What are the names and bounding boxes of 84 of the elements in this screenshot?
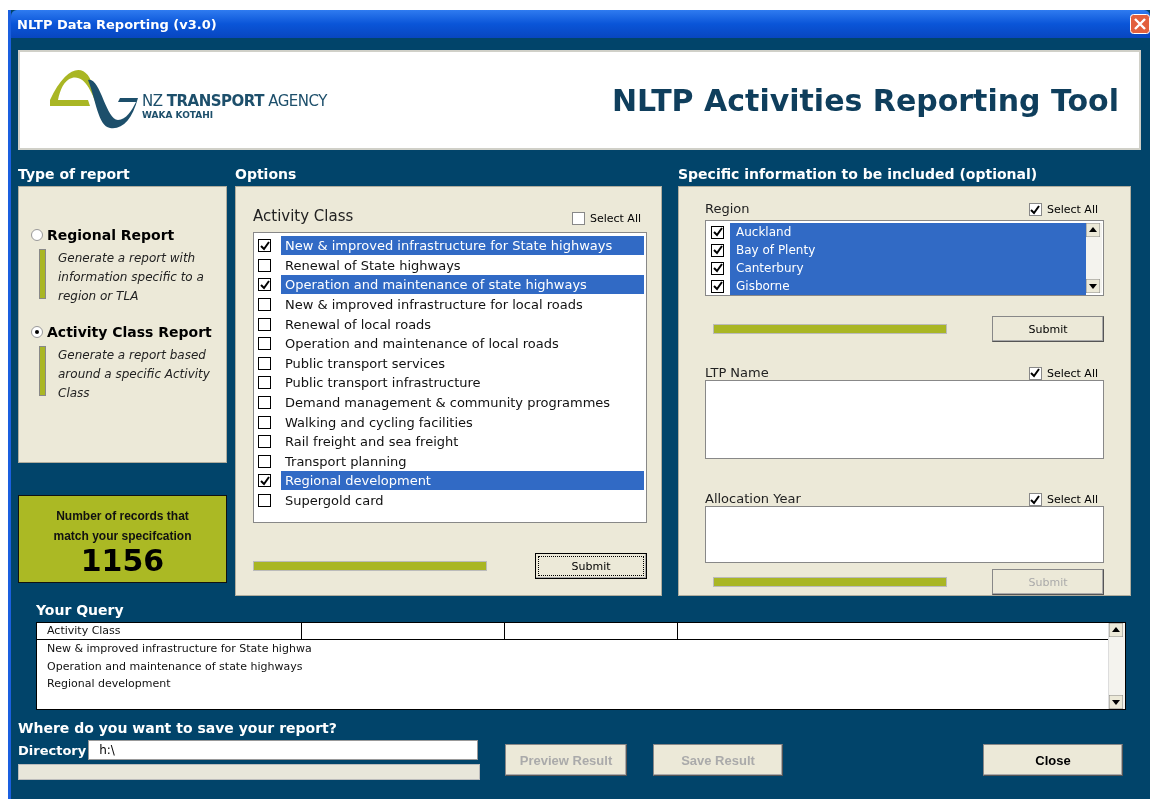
checkbox[interactable] — [258, 396, 271, 410]
action-button[interactable]: Close — [983, 744, 1123, 776]
list-item[interactable]: New & improved infrastructure for local roads — [281, 295, 644, 315]
radio-button[interactable] — [31, 326, 43, 338]
section-heading: Options — [235, 165, 298, 184]
list-item[interactable]: Renewal of State highways — [281, 255, 644, 275]
option-description: Generate a report based around a specific Activity Class — [58, 347, 211, 402]
checkbox[interactable] — [258, 474, 271, 488]
checkbox[interactable] — [258, 454, 271, 468]
select-all-label[interactable]: Select All — [1046, 203, 1098, 217]
logo-icon — [48, 70, 140, 130]
scroll-up-icon[interactable] — [1086, 223, 1100, 238]
record-count-value: 1156 — [80, 546, 165, 576]
agency-subtitle: WAKA KOTAHI — [142, 110, 215, 120]
directory-field[interactable]: h:\ — [88, 740, 479, 760]
section-heading: Type of report — [18, 165, 131, 184]
checkbox[interactable] — [258, 337, 271, 351]
list-title: Region — [705, 201, 750, 217]
list-title: LTP Name — [705, 364, 769, 380]
checkbox[interactable] — [258, 494, 271, 507]
section-heading: Your Query — [36, 601, 125, 620]
list-item[interactable]: Operation and maintenance of state highways — [281, 275, 644, 295]
list-item[interactable]: Transport planning — [281, 451, 644, 471]
checkbox[interactable] — [258, 415, 271, 429]
checkbox[interactable] — [711, 279, 724, 293]
list-item[interactable]: Rail freight and sea freight — [281, 432, 644, 452]
scroll-down-icon[interactable] — [1086, 279, 1100, 294]
select-all-label[interactable]: Select All — [589, 212, 641, 225]
accent-bar — [39, 346, 46, 396]
radio-label[interactable]: Activity Class Report — [47, 324, 212, 340]
list-item[interactable]: Canterbury — [730, 259, 1086, 278]
list-item[interactable]: Public transport services — [281, 353, 644, 373]
checkbox[interactable] — [258, 356, 271, 370]
submit-button[interactable]: Submit — [535, 553, 647, 579]
directory-label: Directory — [18, 742, 87, 758]
radio-label[interactable]: Regional Report — [47, 227, 175, 243]
checkbox[interactable] — [711, 225, 724, 239]
list-item[interactable]: New & improved infrastructure for State highways — [281, 236, 644, 256]
list-item[interactable]: Operation and maintenance of local roads — [281, 334, 644, 354]
checkbox[interactable] — [258, 298, 271, 312]
submit-button[interactable]: Submit — [992, 316, 1104, 343]
scrollbar[interactable] — [1086, 223, 1102, 294]
accent-bar — [39, 249, 46, 299]
checkbox[interactable] — [711, 261, 724, 275]
option-description: Generate a report with information specific to a region or TLA — [58, 250, 205, 305]
checkbox[interactable] — [258, 239, 271, 253]
scroll-up-icon[interactable] — [1109, 623, 1123, 637]
scroll-down-icon[interactable] — [1109, 695, 1123, 709]
checkbox[interactable] — [571, 212, 585, 225]
select-all-label[interactable]: Select All — [1046, 493, 1098, 507]
checkbox[interactable] — [258, 435, 271, 449]
select-all-label[interactable]: Select All — [1046, 366, 1098, 380]
column-header: Activity Class — [37, 623, 302, 639]
table-cell-text: Regional development — [46, 676, 172, 692]
checkbox[interactable] — [258, 258, 271, 272]
close-icon[interactable] — [1130, 14, 1150, 34]
checkbox[interactable] — [258, 376, 271, 390]
checkbox[interactable] — [711, 243, 724, 257]
list-item[interactable]: Supergold card — [281, 491, 644, 510]
list-item[interactable]: Auckland — [730, 223, 1086, 242]
list-item[interactable]: Bay of Plenty — [730, 241, 1086, 260]
checkbox[interactable] — [258, 317, 271, 331]
section-heading: Specific information to be included (optional) — [678, 165, 1039, 184]
list-item[interactable]: Walking and cycling facilities — [281, 412, 644, 432]
list-title: Activity Class — [253, 207, 354, 225]
table-cell-text: New & improved infrastructure for State highwa — [46, 641, 313, 657]
checkbox[interactable] — [1028, 493, 1042, 507]
scrollbar[interactable] — [1108, 623, 1125, 709]
section-heading: Where do you want to save your report? — [18, 719, 338, 738]
app-title: NLTP Activities Reporting Tool — [611, 82, 1119, 118]
list-title: Allocation Year — [705, 491, 801, 507]
list-item[interactable]: Renewal of local roads — [281, 314, 644, 334]
checkbox[interactable] — [258, 278, 271, 292]
list-item[interactable]: Regional development — [281, 471, 644, 491]
window-title: NLTP Data Reporting (v3.0) — [17, 16, 217, 32]
radio-button[interactable] — [31, 229, 43, 241]
checkbox[interactable] — [1028, 366, 1042, 380]
agency-name: NZ TRANSPORT AGENCY — [142, 92, 327, 110]
list-item[interactable]: Demand management & community programmes — [281, 393, 644, 413]
list-item[interactable]: Public transport infrastructure — [281, 373, 644, 393]
record-count-label: Number of records that match your specifcation — [52, 508, 193, 545]
list-item[interactable]: Gisborne — [730, 277, 1086, 296]
table-cell-text: Operation and maintenance of state highways — [46, 658, 304, 675]
checkbox[interactable] — [1028, 203, 1042, 217]
